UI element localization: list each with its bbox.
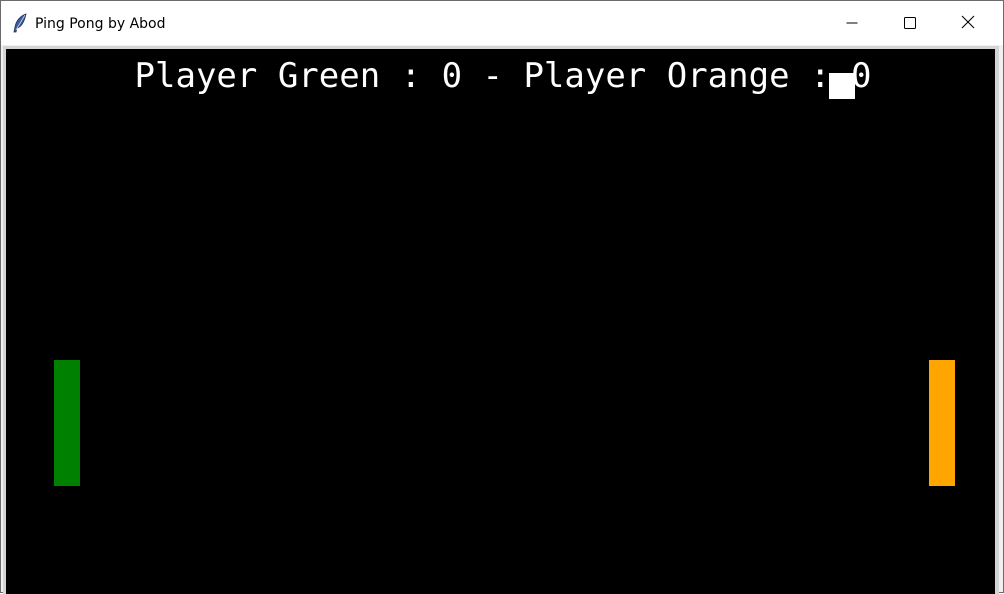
maximize-button[interactable] bbox=[881, 1, 939, 45]
green-paddle bbox=[54, 360, 80, 486]
title-bar[interactable]: Ping Pong by Abod bbox=[1, 1, 1003, 45]
orange-paddle bbox=[929, 360, 955, 486]
maximize-icon bbox=[904, 14, 916, 33]
close-button[interactable] bbox=[939, 1, 997, 45]
feather-icon bbox=[11, 13, 29, 33]
game-canvas[interactable]: Player Green : 0 - Player Orange : 0 bbox=[6, 49, 995, 594]
close-icon bbox=[961, 14, 975, 33]
ball bbox=[829, 73, 855, 99]
app-window: Ping Pong by Abod Player Green: 0 - Pla… bbox=[0, 0, 1004, 594]
minimize-icon bbox=[846, 14, 858, 33]
minimize-button[interactable] bbox=[823, 1, 881, 45]
window-title: Ping Pong by Abod bbox=[35, 16, 166, 32]
